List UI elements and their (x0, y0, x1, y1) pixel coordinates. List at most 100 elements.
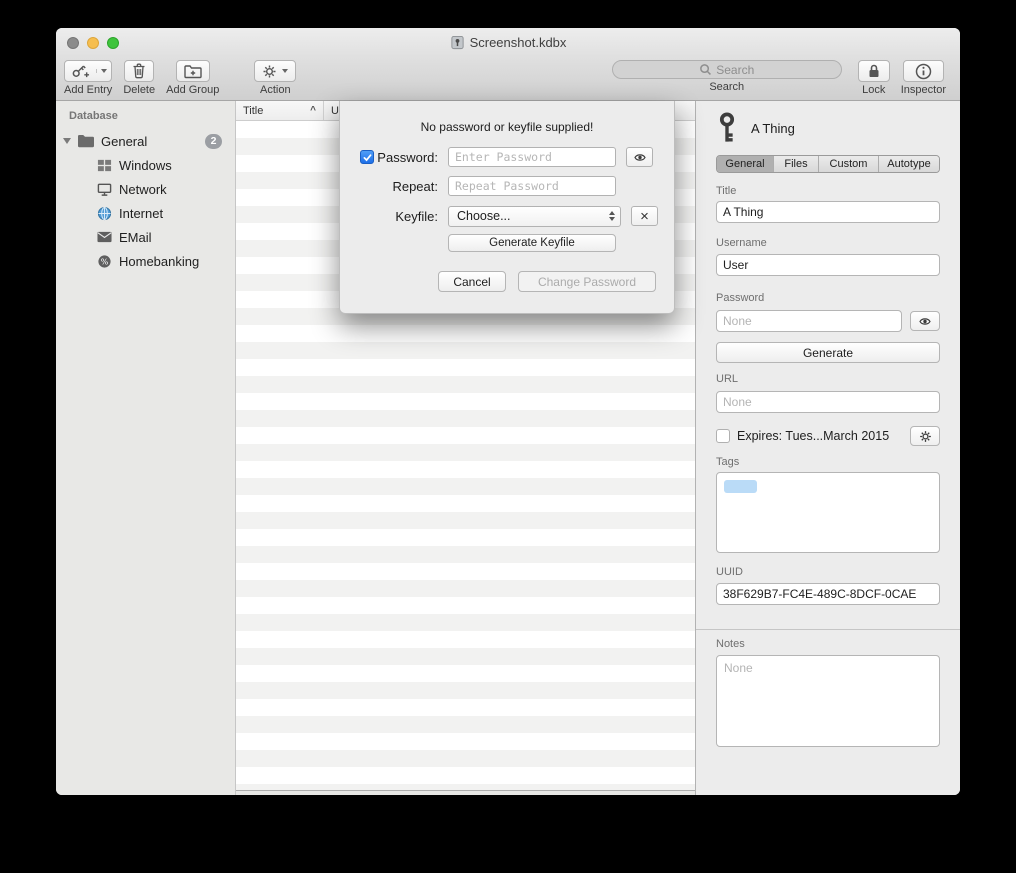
expiry-settings-button[interactable] (910, 426, 940, 446)
select-stepper-icon (609, 211, 618, 221)
cancel-button[interactable]: Cancel (438, 271, 506, 292)
sidebar-item-homebanking[interactable]: % Homebanking (56, 249, 235, 273)
svg-text:%: % (100, 257, 108, 266)
add-entry-button[interactable] (64, 60, 112, 82)
windows-icon (95, 158, 113, 173)
search-input[interactable]: Search (612, 60, 842, 79)
notes-label: Notes (716, 638, 940, 650)
expires-checkbox[interactable] (716, 429, 730, 443)
add-group-button[interactable] (176, 60, 210, 82)
add-entry-dropdown[interactable] (96, 69, 111, 73)
password-field[interactable] (716, 310, 902, 332)
folder-icon (77, 134, 95, 148)
search-group: Search Search (612, 60, 842, 93)
change-password-button[interactable]: Change Password (518, 271, 656, 292)
toolbar: Add Entry Delete Add Group Action (56, 57, 960, 101)
search-placeholder: Search (716, 63, 754, 77)
key-icon (716, 112, 738, 144)
uuid-label: UUID (716, 566, 940, 578)
add-entry-label: Add Entry (64, 84, 112, 96)
password-checkbox[interactable] (360, 150, 374, 164)
traffic-lights (67, 37, 119, 49)
inspector-panel: A Thing General Files Custom Autotype Ti… (695, 101, 960, 795)
expires-row: Expires: Tues...March 2015 (716, 426, 940, 446)
action-group: Action (254, 60, 296, 96)
sidebar-item-email[interactable]: EMail (56, 225, 235, 249)
search-icon (699, 63, 712, 76)
delete-group: Delete (123, 60, 155, 96)
disclosure-triangle-icon[interactable] (63, 138, 71, 144)
close-button[interactable] (67, 37, 79, 49)
username-field[interactable] (716, 254, 940, 276)
macpass-window: Screenshot.kdbx Add Entry Delete Add Gro… (56, 28, 960, 795)
inspector-divider (696, 629, 960, 630)
keyfile-label: Keyfile: (376, 209, 438, 224)
tab-autotype[interactable]: Autotype (878, 156, 939, 172)
uuid-field[interactable] (716, 583, 940, 605)
inspector-group: Inspector (901, 60, 946, 96)
chevron-down-icon (101, 69, 107, 73)
tags-field[interactable] (716, 472, 940, 553)
add-entry-main[interactable] (65, 63, 96, 79)
monitor-icon (95, 182, 113, 197)
generate-keyfile-button[interactable]: Generate Keyfile (448, 234, 616, 252)
tab-files[interactable]: Files (773, 156, 818, 172)
repeat-label: Repeat: (376, 179, 438, 194)
inspector-button[interactable] (903, 60, 944, 82)
table-footer (236, 790, 695, 795)
title-field[interactable] (716, 201, 940, 223)
titlebar[interactable]: Screenshot.kdbx (56, 28, 960, 57)
column-header-title[interactable]: Title ^ (236, 101, 324, 120)
gear-icon (262, 64, 277, 79)
column-username-label: U (331, 105, 339, 117)
percent-coin-icon: % (95, 254, 113, 269)
inspector-header: A Thing (716, 101, 940, 147)
key-plus-icon (71, 63, 90, 79)
minimize-button[interactable] (87, 37, 99, 49)
repeat-input[interactable] (448, 176, 616, 196)
sidebar-item-internet[interactable]: Internet (56, 201, 235, 225)
tab-general[interactable]: General (717, 156, 773, 172)
add-group-label: Add Group (166, 84, 219, 96)
tab-custom[interactable]: Custom (818, 156, 878, 172)
delete-button[interactable] (124, 60, 154, 82)
keyfile-select[interactable]: Choose... (448, 206, 621, 227)
eye-icon (918, 316, 932, 327)
notes-field[interactable] (716, 655, 940, 747)
inspector-label: Inspector (901, 84, 946, 96)
reveal-password-button[interactable] (626, 147, 653, 167)
password-input[interactable] (448, 147, 616, 167)
clear-keyfile-button[interactable]: × (631, 206, 658, 226)
delete-label: Delete (123, 84, 155, 96)
sidebar-item-general[interactable]: General 2 (56, 129, 235, 153)
change-password-dialog: No password or keyfile supplied! Passwor… (339, 101, 675, 314)
entry-title: A Thing (751, 121, 795, 136)
lock-icon (866, 63, 882, 79)
action-label: Action (260, 84, 291, 96)
reveal-password-button[interactable] (910, 311, 940, 331)
info-icon (915, 63, 932, 80)
window-title-text: Screenshot.kdbx (470, 35, 567, 50)
zoom-button[interactable] (107, 37, 119, 49)
lock-label: Lock (862, 84, 885, 96)
dialog-message: No password or keyfile supplied! (340, 120, 674, 134)
generate-password-button[interactable]: Generate (716, 342, 940, 363)
url-field[interactable] (716, 391, 940, 413)
sidebar-item-label: Network (119, 182, 235, 197)
sidebar-item-network[interactable]: Network (56, 177, 235, 201)
repeat-row: Repeat: (340, 175, 674, 197)
sidebar-item-label: Windows (119, 158, 235, 173)
trash-icon (132, 63, 146, 79)
keyfile-selected-value: Choose... (457, 209, 511, 223)
keyfile-row: Keyfile: Choose... × (340, 205, 674, 227)
title-label: Title (716, 185, 940, 197)
search-label: Search (709, 81, 744, 93)
entry-count-badge: 2 (205, 134, 222, 149)
action-button[interactable] (254, 60, 296, 82)
tag-chip[interactable] (724, 480, 757, 493)
eye-icon (633, 152, 647, 163)
tags-label: Tags (716, 456, 940, 468)
window-title: Screenshot.kdbx (450, 35, 567, 50)
sidebar-item-windows[interactable]: Windows (56, 153, 235, 177)
lock-button[interactable] (858, 60, 890, 82)
